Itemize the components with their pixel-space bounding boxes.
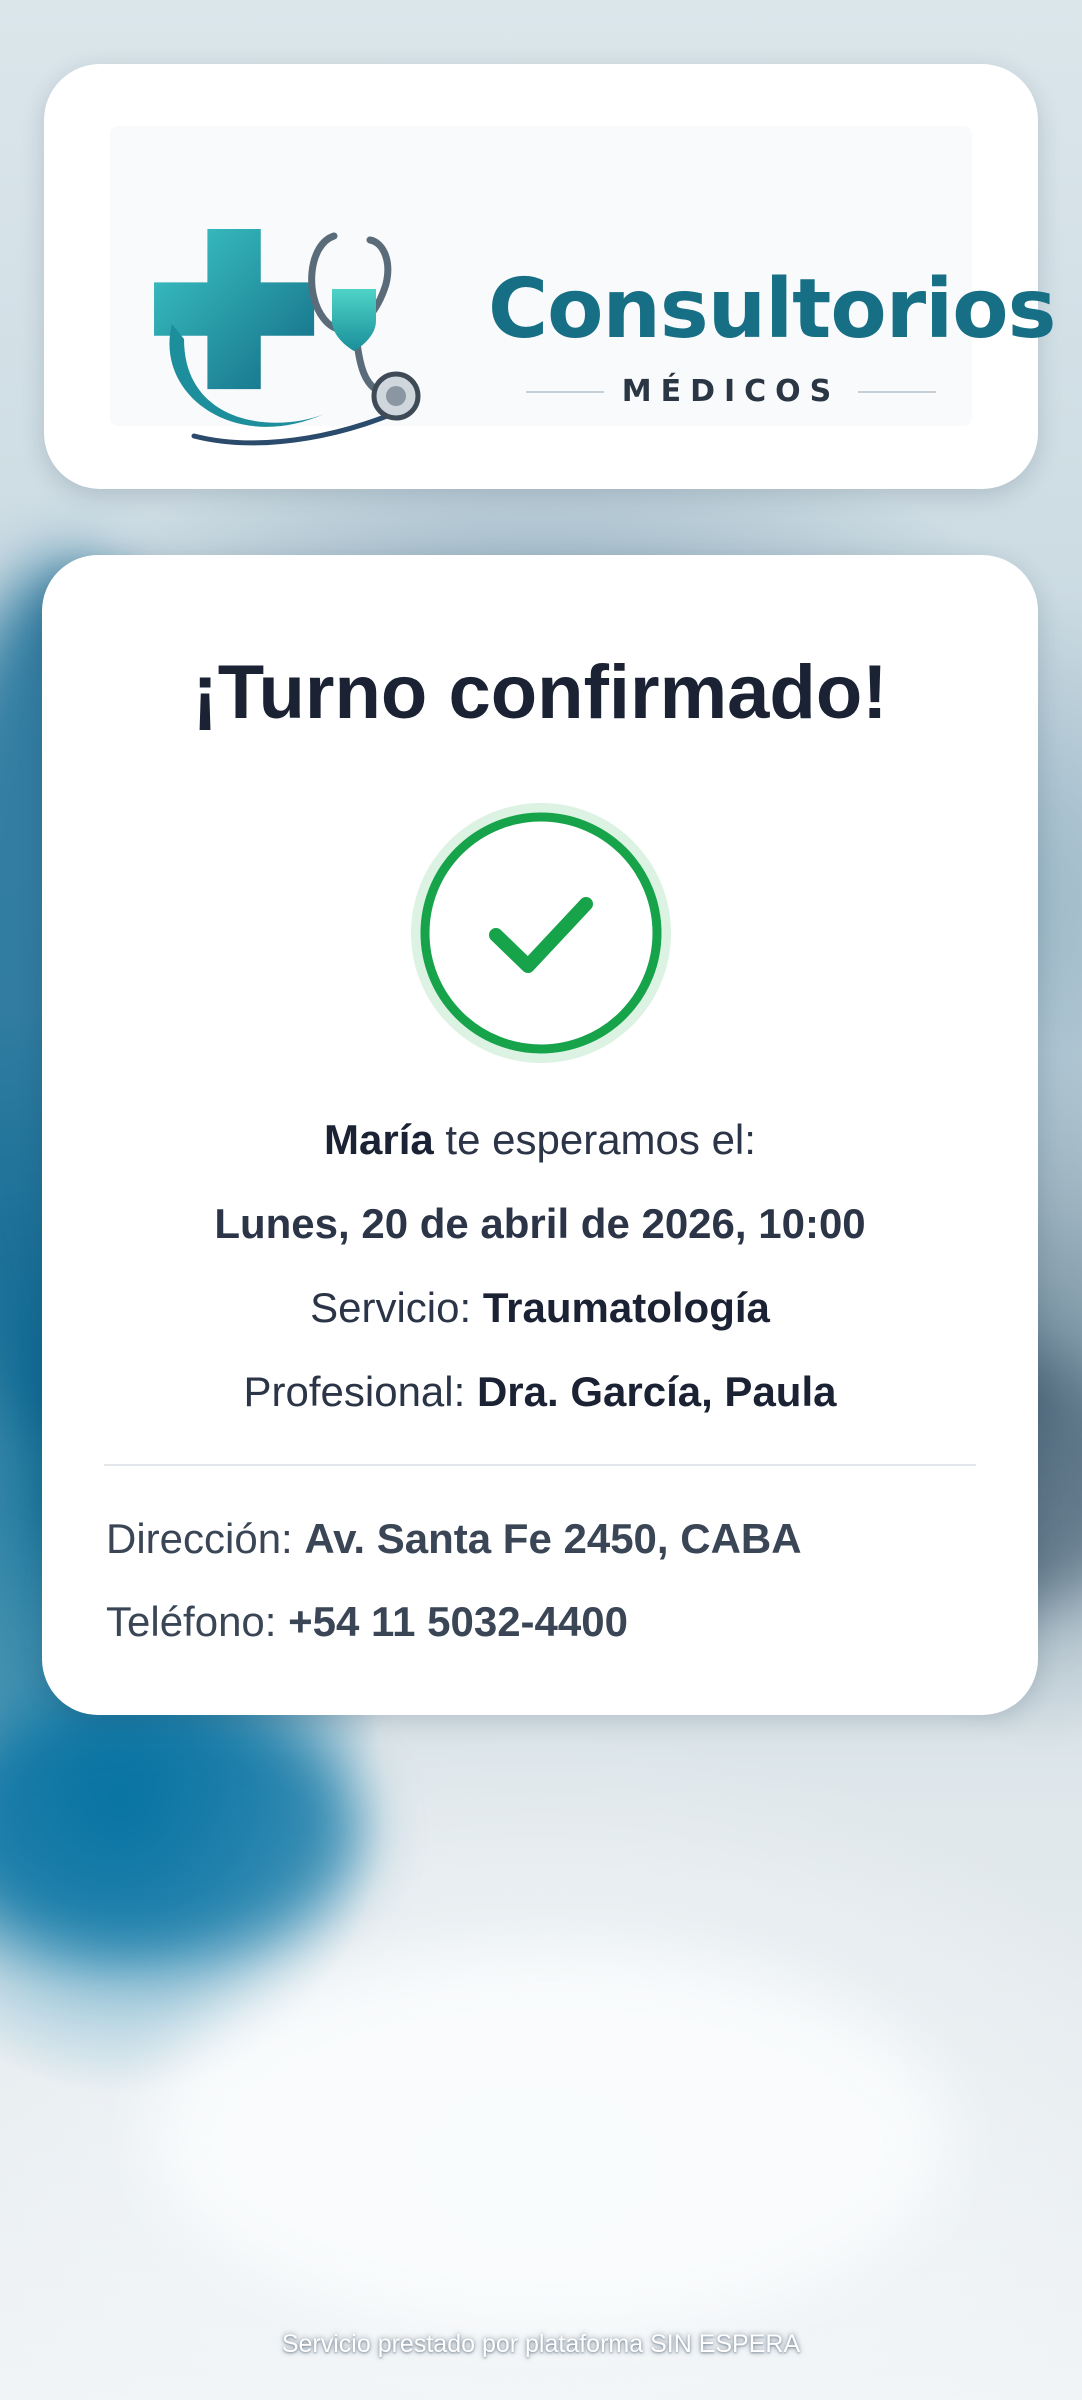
appointment-datetime: Lunes, 20 de abril de 2026, 10:00	[214, 1200, 866, 1247]
check-circle-icon	[408, 800, 674, 1066]
section-divider	[104, 1464, 976, 1466]
brand-subtitle-text: MÉDICOS	[621, 374, 841, 409]
greeting-line: María te esperamos el:	[42, 1119, 1038, 1161]
page-title: ¡Turno confirmado!	[192, 650, 888, 735]
phone-value: +54 11 5032-4400	[288, 1598, 628, 1645]
divider-line	[526, 390, 604, 393]
service-value: Traumatología	[482, 1284, 770, 1331]
logo-card: Consultorios MÉDICOS	[44, 64, 1056, 489]
address-value: Av. Santa Fe 2450, CABA	[304, 1515, 802, 1562]
background-blur-shape	[0, 1700, 360, 1960]
patient-name: María	[324, 1116, 434, 1163]
professional-line: Profesional: Dra. García, Paula	[42, 1371, 1038, 1413]
service-label: Servicio:	[310, 1284, 483, 1331]
address-line: Dirección: Av. Santa Fe 2450, CABA	[106, 1518, 802, 1560]
medical-cross-stethoscope-icon	[154, 229, 421, 446]
professional-label: Profesional:	[243, 1368, 477, 1415]
address-label: Dirección:	[106, 1515, 305, 1562]
greeting-text: te esperamos el:	[433, 1116, 756, 1163]
confirmation-card: ¡Turno confirmado! María te esperamos el…	[42, 555, 1038, 1715]
service-line: Servicio: Traumatología	[42, 1287, 1038, 1329]
phone-line: Teléfono: +54 11 5032-4400	[106, 1601, 628, 1643]
brand-name: Consultorios	[488, 262, 1056, 357]
brand-subtitle: MÉDICOS	[526, 374, 937, 409]
phone-label: Teléfono:	[106, 1598, 289, 1645]
professional-value: Dra. García, Paula	[476, 1368, 837, 1415]
footer-text: Servicio prestado por plataforma SIN ESP…	[281, 2330, 801, 2358]
background-blur-shape	[150, 1950, 950, 2330]
divider-line	[858, 390, 937, 393]
